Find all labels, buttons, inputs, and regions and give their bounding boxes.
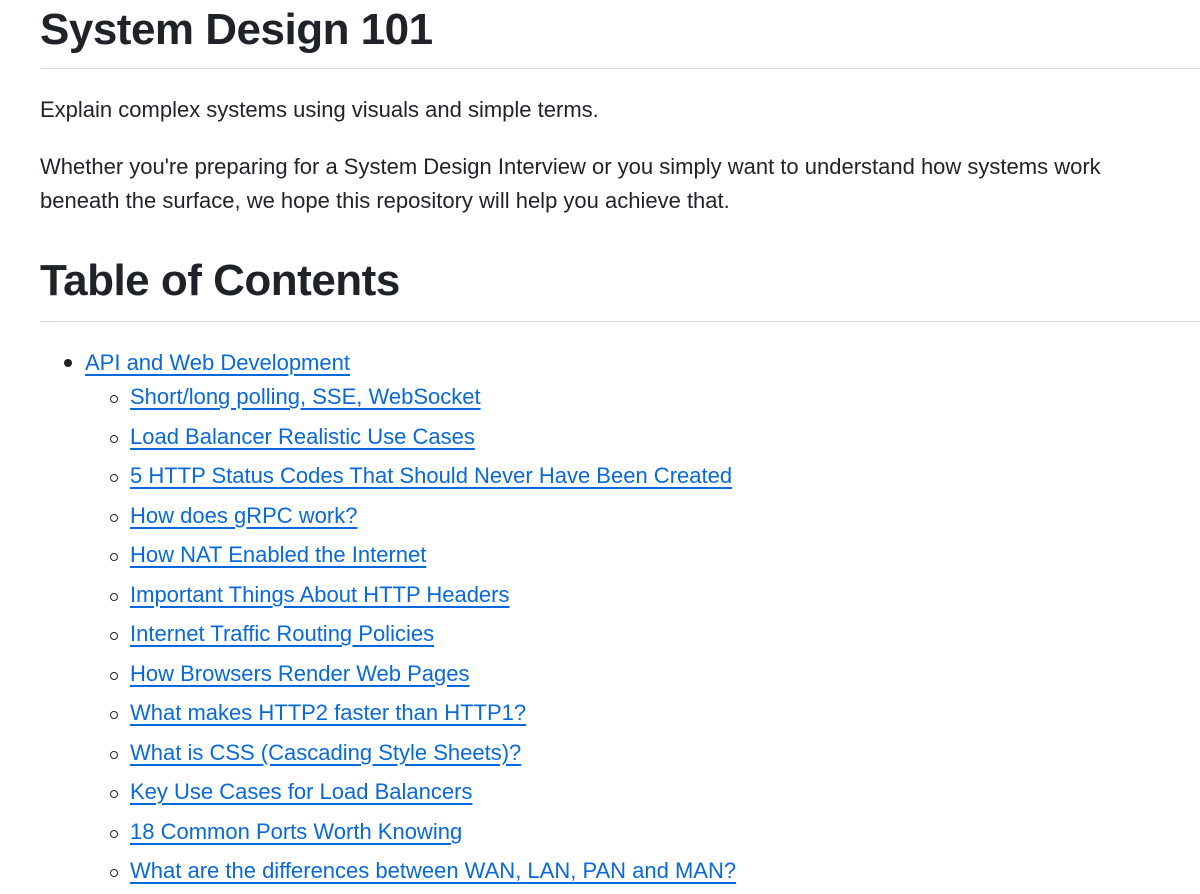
toc-link[interactable]: Key Use Cases for Load Balancers <box>130 779 472 804</box>
list-item: Internet Traffic Routing Policies <box>85 617 736 657</box>
toc-link[interactable]: What is CSS (Cascading Style Sheets)? <box>130 740 521 765</box>
bullet-circle-icon <box>110 671 118 680</box>
list-item: What are the differences between WAN, LA… <box>85 854 736 894</box>
toc-link[interactable]: Short/long polling, SSE, WebSocket <box>130 384 481 409</box>
list-item: What makes HTTP2 faster than HTTP1? <box>85 696 736 736</box>
bullet-circle-icon <box>110 474 118 482</box>
toc-section-item: API and Web Development Short/long polli… <box>40 346 736 894</box>
toc-link[interactable]: How does gRPC work? <box>130 503 357 528</box>
toc-link[interactable]: Important Things About HTTP Headers <box>130 582 510 607</box>
toc-divider <box>40 321 1200 322</box>
toc-heading: Table of Contents <box>40 256 400 305</box>
toc-sublist: Short/long polling, SSE, WebSocket Load … <box>85 380 736 894</box>
title-divider <box>40 68 1200 69</box>
toc-link[interactable]: What makes HTTP2 faster than HTTP1? <box>130 700 526 725</box>
bullet-circle-icon <box>110 632 118 640</box>
bullet-circle-icon <box>110 750 118 759</box>
toc-link[interactable]: What are the differences between WAN, LA… <box>130 858 736 883</box>
list-item: What is CSS (Cascading Style Sheets)? <box>85 736 736 776</box>
bullet-circle-icon <box>110 829 118 838</box>
toc-link[interactable]: 18 Common Ports Worth Knowing <box>130 819 462 844</box>
description-text: Whether you're preparing for a System De… <box>40 154 1101 213</box>
bullet-disc-icon <box>64 359 72 367</box>
list-item: How NAT Enabled the Internet <box>85 538 736 578</box>
toc-section-link[interactable]: API and Web Development <box>85 350 350 375</box>
bullet-circle-icon <box>110 434 118 443</box>
toc-link[interactable]: 5 HTTP Status Codes That Should Never Ha… <box>130 463 732 488</box>
toc-link[interactable]: How Browsers Render Web Pages <box>130 661 470 686</box>
toc-link[interactable]: How NAT Enabled the Internet <box>130 542 426 567</box>
bullet-circle-icon <box>110 869 118 877</box>
table-of-contents: API and Web Development Short/long polli… <box>40 346 736 894</box>
bullet-circle-icon <box>110 513 118 522</box>
bullet-circle-icon <box>110 553 118 561</box>
bullet-circle-icon <box>110 395 118 403</box>
list-item: 18 Common Ports Worth Knowing <box>85 815 736 855</box>
intro-text: Explain complex systems using visuals an… <box>40 97 599 122</box>
list-item: How Browsers Render Web Pages <box>85 657 736 697</box>
toc-link[interactable]: Load Balancer Realistic Use Cases <box>130 424 475 449</box>
bullet-circle-icon <box>110 592 118 601</box>
list-item: Key Use Cases for Load Balancers <box>85 775 736 815</box>
list-item: How does gRPC work? <box>85 499 736 539</box>
toc-link[interactable]: Internet Traffic Routing Policies <box>130 621 434 646</box>
list-item: Load Balancer Realistic Use Cases <box>85 420 736 460</box>
bullet-circle-icon <box>110 790 118 798</box>
list-item: 5 HTTP Status Codes That Should Never Ha… <box>85 459 736 499</box>
page-title: System Design 101 <box>40 5 433 54</box>
list-item: Short/long polling, SSE, WebSocket <box>85 380 736 420</box>
bullet-circle-icon <box>110 711 118 719</box>
list-item: Important Things About HTTP Headers <box>85 578 736 618</box>
